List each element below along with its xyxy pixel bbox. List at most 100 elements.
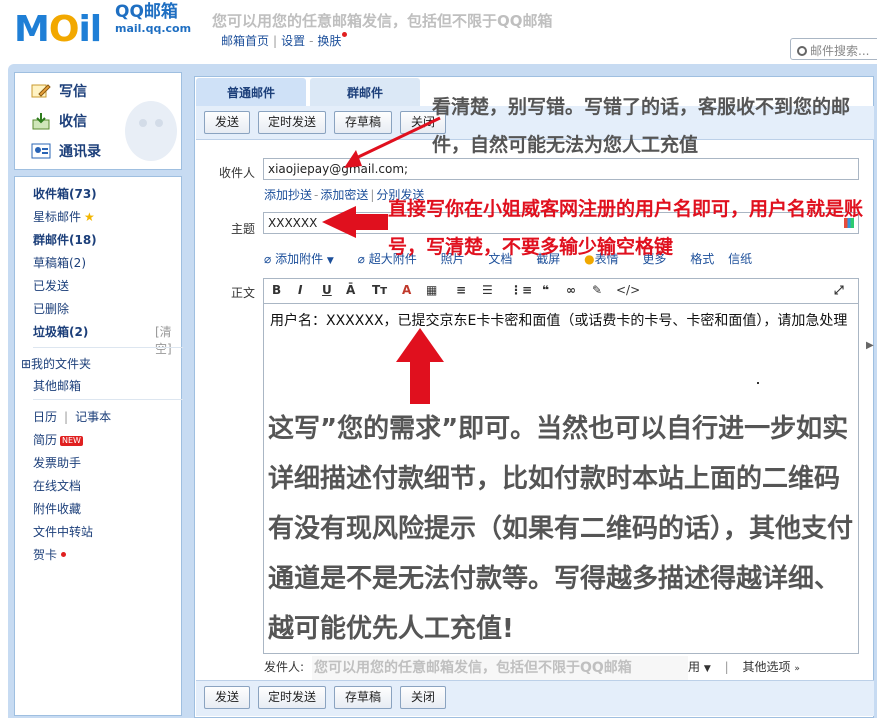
bottom-toolbar: 发送 定时发送 存草稿 关闭 — [196, 680, 874, 716]
add-bcc-link[interactable]: 添加密送 — [320, 188, 368, 202]
close-button[interactable]: 关闭 — [400, 686, 446, 709]
tab-group-mail[interactable]: 群邮件 — [310, 78, 420, 106]
subject-annotation: 直接写你在小姐威客网注册的用户名即可，用户名就是账号，写清楚，不要多输少输空格键 — [388, 198, 864, 258]
body-label: 正文 — [231, 286, 256, 300]
card-link[interactable]: 贺卡 — [33, 546, 67, 563]
compose-label: 写信 — [59, 84, 87, 100]
add-cc-link[interactable]: 添加抄送 — [264, 188, 312, 202]
timed-send-button[interactable]: 定时发送 — [258, 111, 326, 134]
tab-normal-mail[interactable]: 普通邮件 — [196, 78, 306, 106]
qq-mail-logo[interactable]: MOil — [14, 9, 102, 50]
divider — [33, 347, 183, 348]
quote-button[interactable]: ❝ — [542, 283, 549, 297]
collapse-arrow-icon[interactable]: ▶ — [866, 340, 874, 351]
calendar-link[interactable]: 日历 — [33, 410, 57, 424]
align-button[interactable]: ≡ — [456, 283, 466, 297]
nav-skin-link[interactable]: 换肤 — [317, 34, 341, 48]
my-folders-link[interactable]: ⊞我的文件夹 — [21, 355, 91, 372]
text-color-button[interactable]: A — [402, 283, 411, 297]
new-badge: NEW — [60, 436, 83, 446]
send-button[interactable]: 发送 — [204, 111, 250, 134]
compose-tabs: 普通邮件 群邮件 — [194, 78, 420, 106]
chevron-down-icon[interactable]: ▼ — [704, 664, 711, 674]
search-icon — [797, 46, 807, 56]
link-button[interactable]: ∞ — [566, 283, 576, 297]
attach-fav-link[interactable]: 附件收藏 — [33, 500, 81, 517]
card-dot — [61, 552, 67, 557]
sidebar-item-sent[interactable]: 已发送 — [33, 277, 69, 294]
sidebar-item-starred[interactable]: 星标邮件 ★ — [33, 208, 95, 225]
star-icon: ★ — [84, 210, 95, 224]
sender-label: 发件人: — [264, 660, 305, 674]
to-label: 收件人 — [219, 166, 256, 180]
docs-link[interactable]: 在线文档 — [33, 477, 81, 494]
clear-spam-link[interactable]: [清空] — [155, 323, 181, 357]
subject-label: 主题 — [231, 222, 256, 236]
sidebar-item-spam[interactable]: 垃圾箱(2) — [33, 323, 88, 340]
source-code-button[interactable]: </> — [616, 283, 640, 297]
bold-button[interactable]: B — [272, 283, 281, 297]
contacts-label: 通讯录 — [59, 144, 101, 160]
inbox-icon — [32, 113, 50, 130]
logo-cn: QQ邮箱 — [115, 2, 178, 22]
notification-dot — [342, 32, 348, 37]
logo-url: mail.qq.com — [115, 22, 192, 35]
contacts-icon — [31, 143, 51, 159]
contacts-button[interactable]: 通讯录 — [31, 141, 101, 161]
chevron-down-icon: » — [794, 664, 800, 674]
send-button[interactable]: 发送 — [204, 686, 250, 709]
sidebar-item-group-mail[interactable]: 群邮件(18) — [33, 231, 97, 248]
subject-value: XXXXXX — [268, 216, 318, 230]
add-attachment-button[interactable]: ⌀ 添加附件 ▼ — [264, 252, 334, 266]
sender-options: 用 ▼ | 其他选项 » — [688, 660, 800, 674]
resume-link[interactable]: 简历 NEW — [33, 431, 83, 448]
invoice-link[interactable]: 发票助手 — [33, 454, 81, 471]
header-slogan: 您可以用您的任意邮箱发信，包括但不限于QQ邮箱 — [212, 12, 553, 30]
quick-actions-panel: 写信 收信 通讯录 — [14, 72, 182, 170]
save-draft-button[interactable]: 存草稿 — [334, 686, 392, 709]
divider — [33, 399, 183, 400]
starred-label: 星标邮件 — [33, 210, 82, 224]
paperclip-icon: ⌀ — [264, 252, 272, 266]
sender-use: 用 — [688, 660, 701, 674]
body-annotation: 这写”您的需求”即可。当然也可以自行进一步如实详细描述付款细节，比如付款时本站上… — [268, 414, 854, 644]
top-annotation: 看清楚，别写错。写错了的话，客服收不到您的邮件，自然可能无法为您人工充值 — [432, 96, 851, 156]
inbox-button[interactable]: 收信 — [31, 111, 87, 131]
highlight-button[interactable]: ▦ — [426, 283, 437, 297]
nav-home-link[interactable]: 邮箱首页 — [221, 34, 269, 48]
font-size-button[interactable]: Tт — [372, 283, 387, 297]
inbox-label: 收信 — [59, 114, 87, 130]
cursor-dot — [757, 382, 759, 384]
body-text: 用户名：XXXXXX，已提交京东E卡卡密和面值（或话费卡的卡号、卡密和面值），请… — [270, 313, 848, 329]
font-family-button[interactable]: Ā — [346, 283, 355, 297]
card-label: 贺卡 — [33, 548, 58, 562]
list-button[interactable]: ☰ — [482, 283, 493, 297]
resume-label: 简历 — [33, 433, 58, 447]
editor-toolbar: B I U Ā Tт A ▦ ≡ ☰ ⋮≡ ❝ ∞ ✎ </> ⤢ — [263, 278, 859, 304]
transfer-link[interactable]: 文件中转站 — [33, 523, 93, 540]
search-input[interactable]: 邮件搜索... — [790, 38, 877, 60]
indent-button[interactable]: ⋮≡ — [510, 283, 532, 297]
sender-slogan: 您可以用您的任意邮箱发信，包括但不限于QQ邮箱 — [312, 656, 688, 680]
header-nav: 邮箱首页 | 设置 - 换肤 — [221, 32, 348, 49]
sidebar-item-drafts[interactable]: 草稿箱(2) — [33, 254, 86, 271]
chevron-down-icon: ▼ — [326, 256, 334, 266]
logo-mark: MOil — [14, 9, 102, 50]
paperclip-icon: ⌀ — [357, 252, 365, 266]
sidebar-item-deleted[interactable]: 已删除 — [33, 300, 69, 317]
other-options-link[interactable]: 其他选项 — [742, 660, 790, 674]
folder-sidebar: 收件箱(73) 星标邮件 ★ 群邮件(18) 草稿箱(2) 已发送 已删除 垃圾箱… — [14, 176, 183, 716]
expand-icon[interactable]: ⤢ — [834, 283, 844, 298]
save-draft-button[interactable]: 存草稿 — [334, 111, 392, 134]
logo-text: QQ邮箱 mail.qq.com — [115, 2, 205, 36]
notes-link[interactable]: 记事本 — [75, 410, 111, 424]
pencil-icon — [31, 84, 51, 98]
other-mailbox-link[interactable]: 其他邮箱 — [33, 377, 81, 394]
italic-button[interactable]: I — [298, 283, 302, 297]
underline-button[interactable]: U — [322, 283, 332, 297]
sidebar-item-inbox[interactable]: 收件箱(73) — [33, 185, 97, 202]
compose-button[interactable]: 写信 — [31, 81, 87, 101]
nav-settings-link[interactable]: 设置 — [281, 34, 305, 48]
signature-button[interactable]: ✎ — [592, 283, 602, 297]
timed-send-button[interactable]: 定时发送 — [258, 686, 326, 709]
